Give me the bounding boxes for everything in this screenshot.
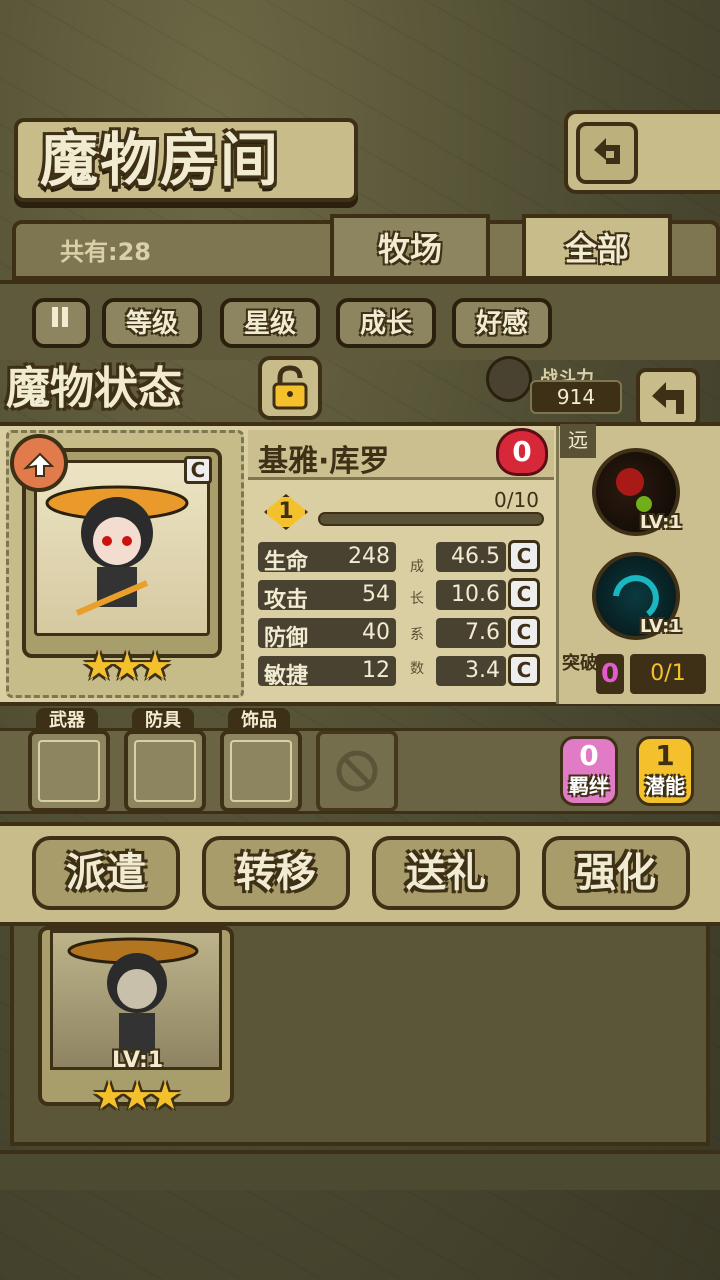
star-rating: ★★★: [82, 644, 172, 688]
grade-badge-hp: C: [508, 540, 540, 572]
bond-button[interactable]: 0 羁绊: [560, 736, 618, 806]
rank-badge: C: [184, 456, 212, 484]
stat-value-hp: 248: [348, 544, 390, 569]
sort-level-button[interactable]: 等级: [102, 298, 202, 348]
lock-button[interactable]: [258, 356, 322, 420]
lock-icon: [272, 365, 308, 410]
pause-sort-button[interactable]: [32, 298, 90, 348]
growth-label-char: 系: [410, 627, 424, 643]
potential-label: 潜能: [645, 774, 685, 798]
gift-button[interactable]: 送礼: [372, 836, 520, 910]
monster-count: 共有:28: [60, 238, 151, 266]
grade-badge-attack: C: [508, 578, 540, 610]
bond-count: 0: [579, 739, 599, 772]
bottom-border: [0, 1150, 720, 1190]
tab-ranch[interactable]: 牧场: [330, 214, 490, 280]
stat-value-attack: 54: [362, 582, 390, 607]
sort-affection-button[interactable]: 好感: [452, 298, 552, 348]
bond-label: 羁绊: [569, 774, 609, 798]
growth-value-defense: 7.6: [436, 618, 506, 648]
growth-value-attack: 10.6: [436, 580, 506, 610]
affection-heart: 0: [496, 428, 548, 476]
transfer-button[interactable]: 转移: [202, 836, 350, 910]
pause-icon: [52, 307, 68, 327]
back-button[interactable]: [564, 110, 720, 194]
growth-value-hp: 46.5: [436, 542, 506, 572]
locked-slot: [316, 730, 398, 812]
stat-value-defense: 40: [362, 620, 390, 645]
potential-button[interactable]: 1 潜能: [636, 736, 694, 806]
grade-badge-agility: C: [508, 654, 540, 686]
accessory-slot[interactable]: [220, 730, 302, 812]
status-panel-title: 魔物状态: [6, 363, 182, 414]
exp-text: 0/10: [494, 488, 539, 512]
prohibited-icon: [336, 750, 378, 792]
list-card-stars: ★★★: [92, 1074, 182, 1118]
return-arrow-icon: [652, 382, 684, 414]
page-title: 魔物房间: [40, 126, 281, 194]
monster-name: 基雅·库罗: [258, 444, 390, 479]
potential-count: 1: [655, 739, 675, 772]
growth-value-agility: 3.4: [436, 656, 506, 686]
grade-badge-defense: C: [508, 616, 540, 648]
power-icon: [486, 356, 532, 402]
dispatch-button[interactable]: 派遣: [32, 836, 180, 910]
breakthrough-label: 突破: [562, 653, 598, 674]
stat-name-hp: 生命: [264, 550, 309, 575]
breakthrough-count: 0: [596, 654, 624, 694]
enhance-button[interactable]: 强化: [542, 836, 690, 910]
tab-all[interactable]: 全部: [522, 214, 672, 280]
weapon-slot[interactable]: [28, 730, 110, 812]
armor-slot[interactable]: [124, 730, 206, 812]
breakthrough-progress: 0/1: [630, 654, 706, 694]
power-value: 914: [530, 380, 622, 414]
sort-growth-button[interactable]: 成长: [336, 298, 436, 348]
panel-back-button[interactable]: [636, 368, 700, 428]
skill-2-level: LV:1: [640, 616, 682, 637]
back-arrow-icon: [576, 122, 638, 184]
stat-value-agility: 12: [362, 658, 390, 683]
growth-label-char: 长: [410, 591, 424, 607]
class-icon: [10, 434, 68, 492]
stat-name-defense: 防御: [264, 626, 309, 651]
exp-progress-bar: [318, 512, 544, 526]
stat-name-agility: 敏捷: [264, 664, 309, 689]
list-card-level: LV:1: [112, 1048, 164, 1073]
growth-label-char: 成: [410, 559, 424, 575]
sort-star-button[interactable]: 星级: [220, 298, 320, 348]
skill-1-level: LV:1: [640, 512, 682, 533]
range-tag: 远: [560, 424, 596, 458]
growth-label-char: 数: [410, 661, 424, 677]
stat-name-attack: 攻击: [264, 588, 309, 613]
